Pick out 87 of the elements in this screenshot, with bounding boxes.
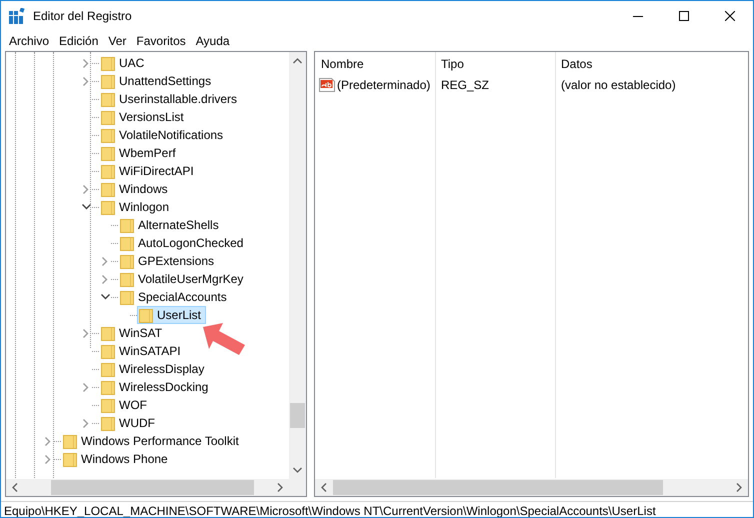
- value-name: (Predeterminado): [337, 76, 430, 94]
- menu-item[interactable]: Favoritos: [131, 31, 191, 51]
- folder-icon: [100, 361, 116, 377]
- tree-item[interactable]: WinSAT: [99, 324, 168, 342]
- chevron-right-icon[interactable]: [83, 58, 89, 68]
- tree-item[interactable]: Windows Phone: [61, 450, 173, 468]
- tree-item[interactable]: VolatileUserMgrKey: [118, 270, 248, 288]
- menu-item[interactable]: Edición: [54, 31, 104, 51]
- chevron-down-icon[interactable]: [82, 204, 90, 210]
- chevron-right-icon[interactable]: [102, 256, 108, 266]
- tree-item[interactable]: WirelessDisplay: [99, 360, 210, 378]
- folder-icon: [119, 253, 135, 269]
- tree-item[interactable]: VolatileNotifications: [99, 126, 228, 144]
- tree-item[interactable]: UnattendSettings: [99, 72, 216, 90]
- window-title: Editor del Registro: [33, 8, 132, 25]
- value-data: (valor no establecido): [561, 78, 676, 92]
- folder-icon: [119, 235, 135, 251]
- folder-icon: [100, 91, 116, 107]
- folder-icon: [100, 127, 116, 143]
- folder-icon: [138, 307, 154, 323]
- column-header[interactable]: Nombre: [315, 52, 435, 75]
- tree-item[interactable]: UserList: [137, 306, 206, 324]
- tree-item[interactable]: AutoLogonChecked: [118, 234, 248, 252]
- menu-item[interactable]: Ver: [103, 31, 132, 51]
- scroll-right-icon[interactable]: [736, 483, 742, 492]
- tree-item[interactable]: WUDF: [99, 414, 160, 432]
- chevron-right-icon[interactable]: [83, 382, 89, 392]
- registry-app-icon: [9, 8, 25, 24]
- menu-item[interactable]: Archivo: [4, 31, 54, 51]
- scroll-up-icon[interactable]: [293, 58, 302, 64]
- tree-item[interactable]: Windows: [99, 180, 173, 198]
- folder-icon: [100, 163, 116, 179]
- column-header[interactable]: Datos: [555, 52, 748, 75]
- tree-item[interactable]: WinSATAPI: [99, 342, 186, 360]
- scroll-down-icon[interactable]: [293, 467, 302, 473]
- menu-item[interactable]: Ayuda: [190, 31, 235, 51]
- close-icon: [725, 11, 735, 21]
- chevron-down-icon[interactable]: [100, 294, 110, 300]
- chevron-right-icon[interactable]: [45, 436, 51, 446]
- folder-icon: [119, 289, 135, 305]
- chevron-right-icon[interactable]: [83, 328, 89, 338]
- value-type: REG_SZ: [441, 78, 490, 92]
- tree-item[interactable]: WbemPerf: [99, 144, 181, 162]
- folder-icon: [100, 343, 116, 359]
- maximize-icon: [679, 11, 689, 21]
- chevron-right-icon[interactable]: [83, 76, 89, 86]
- tree-item[interactable]: Winlogon: [99, 198, 174, 216]
- folder-icon: [119, 217, 135, 233]
- chevron-right-icon[interactable]: [83, 184, 89, 194]
- tree-item[interactable]: WiFiDirectAPI: [99, 162, 199, 180]
- tree-item[interactable]: Userinstallable.drivers: [99, 90, 242, 108]
- chevron-right-icon[interactable]: [45, 454, 51, 464]
- folder-icon: [100, 379, 116, 395]
- scrollbar-thumb[interactable]: [290, 403, 305, 428]
- tree-item[interactable]: AlternateShells: [118, 216, 224, 234]
- scroll-left-icon[interactable]: [321, 483, 327, 492]
- scrollbar-thumb[interactable]: [333, 480, 663, 495]
- folder-icon: [119, 271, 135, 287]
- folder-icon: [62, 451, 78, 467]
- string-value-icon: [319, 76, 335, 92]
- scroll-left-icon[interactable]: [12, 483, 18, 492]
- scroll-right-icon[interactable]: [277, 483, 283, 492]
- horizontal-scrollbar[interactable]: [315, 479, 748, 496]
- tree-item[interactable]: WOF: [99, 396, 152, 414]
- folder-icon: [100, 145, 116, 161]
- column-header[interactable]: Tipo: [435, 52, 555, 75]
- tree-item[interactable]: WirelessDocking: [99, 378, 214, 396]
- folder-icon: [100, 109, 116, 125]
- folder-icon: [100, 199, 116, 215]
- chevron-right-icon[interactable]: [83, 418, 89, 428]
- tree-item[interactable]: VersionsList: [99, 108, 189, 126]
- horizontal-scrollbar[interactable]: [6, 479, 289, 496]
- tree-item[interactable]: SpecialAccounts: [118, 288, 232, 306]
- tree-item[interactable]: UAC: [99, 54, 150, 72]
- arrow-drawing: [201, 323, 247, 355]
- folder-icon: [100, 55, 116, 71]
- folder-icon: [100, 73, 116, 89]
- folder-icon: [100, 181, 116, 197]
- scrollbar-thumb[interactable]: [51, 480, 254, 495]
- folder-icon: [62, 433, 78, 449]
- tree-item[interactable]: Windows Performance Toolkit: [61, 432, 244, 450]
- folder-icon: [100, 397, 116, 413]
- folder-icon: [100, 415, 116, 431]
- chevron-right-icon[interactable]: [102, 274, 108, 284]
- tree-item[interactable]: GPExtensions: [118, 252, 220, 270]
- vertical-scrollbar[interactable]: [289, 52, 306, 479]
- folder-icon: [100, 325, 116, 341]
